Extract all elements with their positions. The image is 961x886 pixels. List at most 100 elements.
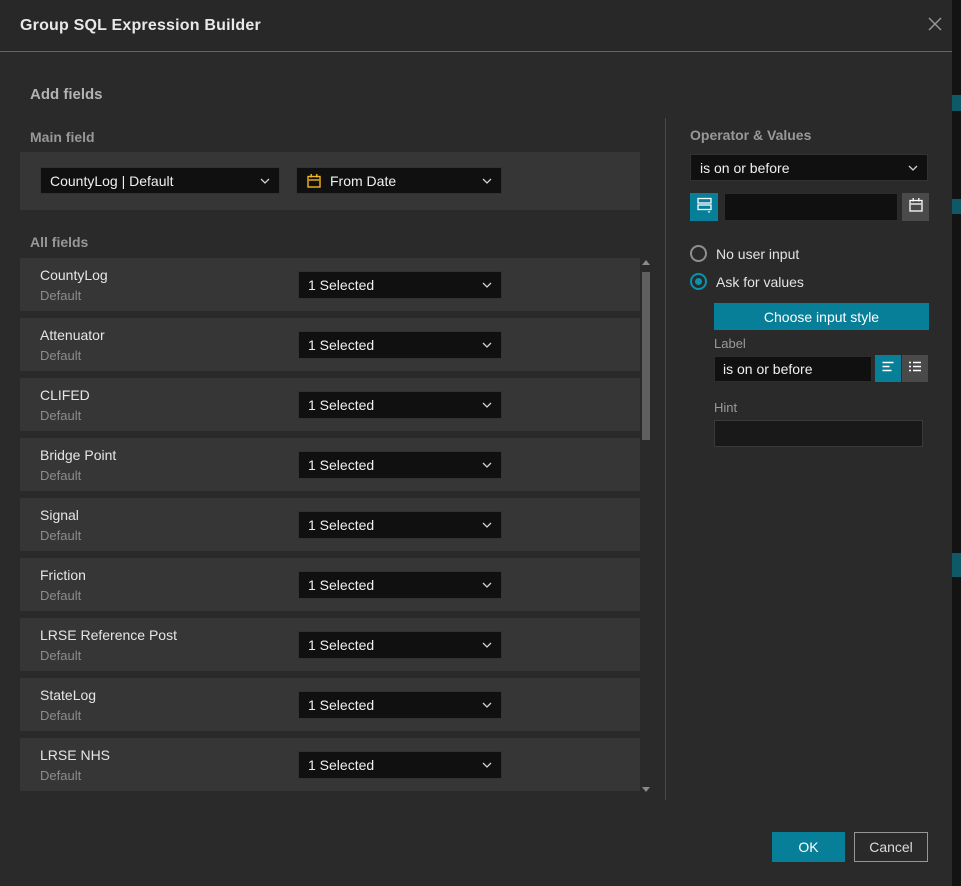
layer-select-value: CountyLog | Default: [50, 173, 254, 189]
field-values-select-value: 1 Selected: [308, 517, 476, 533]
field-name: LRSE Reference Post: [40, 627, 177, 643]
calendar-icon: [306, 173, 322, 189]
choose-input-style-label: Choose input style: [764, 309, 879, 325]
field-values-select[interactable]: 1 Selected: [298, 751, 502, 779]
operator-values-heading: Operator & Values: [690, 127, 811, 143]
field-values-select[interactable]: 1 Selected: [298, 451, 502, 479]
list-style-button[interactable]: [902, 355, 928, 382]
chevron-down-icon: [908, 165, 918, 171]
field-values-select-value: 1 Selected: [308, 277, 476, 293]
list-scrollbar[interactable]: [641, 258, 651, 798]
operator-select[interactable]: is on or before: [690, 154, 928, 181]
background-highlight: [952, 199, 961, 214]
field-name: Signal: [40, 507, 79, 523]
group-sql-expression-builder-dialog: Group SQL Expression Builder Add fields …: [0, 0, 961, 886]
field-values-select[interactable]: 1 Selected: [298, 271, 502, 299]
panel-divider: [665, 118, 666, 800]
date-picker-button[interactable]: [902, 193, 929, 221]
field-values-select-value: 1 Selected: [308, 757, 476, 773]
list-icon: [907, 358, 923, 379]
chevron-down-icon: [482, 282, 492, 288]
cancel-button-label: Cancel: [869, 839, 913, 855]
field-row: Friction Default 1 Selected: [20, 558, 640, 611]
close-button[interactable]: [922, 13, 948, 39]
main-field-box: CountyLog | Default From Date: [20, 152, 640, 210]
field-row: CLIFED Default 1 Selected: [20, 378, 640, 431]
all-fields-list: CountyLog Default 1 Selected Attenuator …: [20, 258, 640, 793]
scroll-up-icon[interactable]: [642, 260, 650, 265]
field-subtitle: Default: [40, 288, 81, 303]
close-icon: [925, 14, 945, 39]
field-name: CountyLog: [40, 267, 108, 283]
chevron-down-icon: [482, 402, 492, 408]
unique-values-button[interactable]: [690, 193, 718, 221]
add-fields-heading: Add fields: [30, 86, 103, 103]
field-name: StateLog: [40, 687, 96, 703]
field-subtitle: Default: [40, 408, 81, 423]
field-row: Bridge Point Default 1 Selected: [20, 438, 640, 491]
choose-input-style-button[interactable]: Choose input style: [714, 303, 929, 330]
chevron-down-icon: [482, 522, 492, 528]
field-values-select[interactable]: 1 Selected: [298, 691, 502, 719]
field-values-select-value: 1 Selected: [308, 697, 476, 713]
hint-label: Hint: [714, 400, 737, 415]
layer-select[interactable]: CountyLog | Default: [40, 167, 280, 194]
main-field-heading: Main field: [30, 129, 95, 145]
field-row: LRSE NHS Default 1 Selected: [20, 738, 640, 791]
chevron-down-icon: [482, 702, 492, 708]
field-row: LRSE Reference Post Default 1 Selected: [20, 618, 640, 671]
field-values-select-value: 1 Selected: [308, 637, 476, 653]
background-app-strip: [952, 0, 961, 886]
radio-ask-for-values-label: Ask for values: [716, 274, 804, 290]
chevron-down-icon: [482, 178, 492, 184]
calendar-icon: [908, 197, 924, 218]
field-row: StateLog Default 1 Selected: [20, 678, 640, 731]
hint-input[interactable]: [714, 420, 923, 447]
scroll-down-icon[interactable]: [642, 787, 650, 792]
field-values-select-value: 1 Selected: [308, 457, 476, 473]
field-subtitle: Default: [40, 348, 81, 363]
main-field-select[interactable]: From Date: [296, 167, 502, 194]
value-input[interactable]: [724, 193, 898, 221]
field-name: LRSE NHS: [40, 747, 110, 763]
field-name: Friction: [40, 567, 86, 583]
field-values-select[interactable]: 1 Selected: [298, 631, 502, 659]
field-subtitle: Default: [40, 468, 81, 483]
dialog-title: Group SQL Expression Builder: [20, 0, 261, 52]
radio-unchecked-icon: [690, 245, 707, 262]
ok-button-label: OK: [798, 839, 818, 855]
field-values-select[interactable]: 1 Selected: [298, 391, 502, 419]
chevron-down-icon: [482, 762, 492, 768]
field-row: CountyLog Default 1 Selected: [20, 258, 640, 311]
all-fields-heading: All fields: [30, 234, 88, 250]
chevron-down-icon: [482, 342, 492, 348]
label-label: Label: [714, 336, 746, 351]
field-subtitle: Default: [40, 588, 81, 603]
field-subtitle: Default: [40, 768, 81, 783]
main-field-select-value: From Date: [330, 173, 476, 189]
dialog-titlebar: Group SQL Expression Builder: [0, 0, 952, 52]
ok-button[interactable]: OK: [772, 832, 845, 862]
scrollbar-thumb[interactable]: [642, 272, 650, 440]
field-name: Attenuator: [40, 327, 105, 343]
background-highlight: [952, 95, 961, 111]
field-subtitle: Default: [40, 528, 81, 543]
field-values-select[interactable]: 1 Selected: [298, 571, 502, 599]
radio-no-user-input[interactable]: No user input: [690, 245, 799, 262]
label-input[interactable]: [714, 356, 872, 382]
field-name: CLIFED: [40, 387, 90, 403]
field-subtitle: Default: [40, 708, 81, 723]
field-values-select[interactable]: 1 Selected: [298, 331, 502, 359]
unique-values-icon: [696, 196, 713, 218]
single-line-style-button[interactable]: [875, 355, 901, 382]
field-values-select-value: 1 Selected: [308, 577, 476, 593]
field-row: Signal Default 1 Selected: [20, 498, 640, 551]
radio-no-user-input-label: No user input: [716, 246, 799, 262]
cancel-button[interactable]: Cancel: [854, 832, 928, 862]
radio-ask-for-values[interactable]: Ask for values: [690, 273, 804, 290]
field-values-select[interactable]: 1 Selected: [298, 511, 502, 539]
chevron-down-icon: [482, 582, 492, 588]
chevron-down-icon: [482, 462, 492, 468]
field-subtitle: Default: [40, 648, 81, 663]
chevron-down-icon: [482, 642, 492, 648]
